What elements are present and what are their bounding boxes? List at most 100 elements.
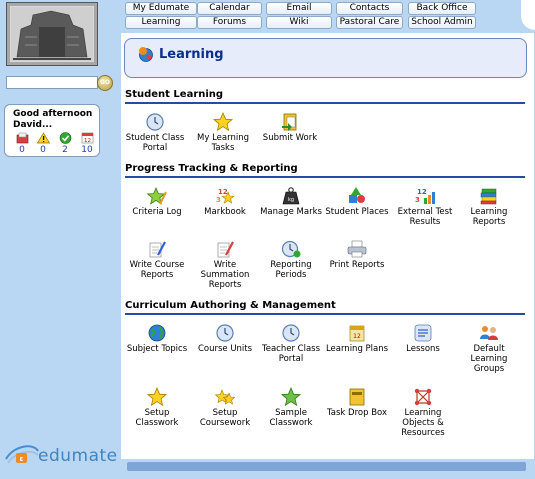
- check-icon: [59, 132, 71, 144]
- tile-label: External Test Results: [397, 207, 453, 227]
- printer-icon: [347, 240, 367, 258]
- learning-globe-icon: [139, 47, 153, 62]
- subject-topics-link[interactable]: Subject Topics: [125, 323, 189, 354]
- edumate-logo-text: edumate: [38, 446, 118, 466]
- search-input[interactable]: [6, 76, 98, 89]
- svg-text:12: 12: [417, 188, 427, 196]
- reporting-periods-link[interactable]: Reporting Periods: [259, 239, 323, 280]
- globe-icon: [148, 324, 166, 342]
- greeting-panel: Good afternoon David... 0 0 2 12 10: [4, 104, 100, 157]
- clock-icon: [216, 324, 234, 342]
- tile-label: Submit Work: [262, 133, 318, 143]
- learning-objects-resources-link[interactable]: Learning Objects & Resources: [391, 387, 455, 438]
- tile-label: Learning Reports: [470, 207, 508, 227]
- section-heading-curriculum: Curriculum Authoring & Management: [125, 299, 525, 315]
- lessons-link[interactable]: Lessons: [391, 323, 455, 354]
- portal-clock-icon: [146, 113, 164, 131]
- student-places-link[interactable]: Student Places: [325, 186, 389, 217]
- nav-my-edumate[interactable]: My Edumate: [125, 2, 197, 15]
- submit-work-link[interactable]: Submit Work: [258, 112, 322, 143]
- learning-reports-link[interactable]: Learning Reports: [457, 186, 521, 227]
- tile-label: Course Units: [197, 344, 253, 354]
- student-class-portal-link[interactable]: Student Class Portal: [123, 112, 187, 153]
- plan-calendar-icon: 12: [349, 325, 365, 342]
- nav-school-admin[interactable]: School Admin: [408, 16, 476, 29]
- stars-icon: [214, 389, 236, 405]
- tile-label: Reporting Periods: [270, 260, 312, 280]
- default-learning-groups-link[interactable]: Default Learning Groups: [457, 323, 521, 374]
- nav-calendar[interactable]: Calendar: [197, 2, 262, 15]
- greeting-text: Good afternoon David...: [13, 109, 93, 130]
- tile-label: Markbook: [204, 207, 246, 217]
- tile-label: Learning Plans: [325, 344, 389, 354]
- events-count: 10: [81, 145, 93, 155]
- dropbox-icon: [349, 388, 365, 406]
- teacher-class-portal-link[interactable]: Teacher Class Portal: [259, 323, 323, 364]
- svg-text:3: 3: [216, 196, 221, 204]
- calendar-icon: 12: [81, 132, 93, 144]
- nav-wiki[interactable]: Wiki: [266, 16, 332, 29]
- svg-text:ε: ε: [20, 455, 24, 463]
- sidebar: GO Good afternoon David... 0 0 2 12 10 ε…: [0, 0, 121, 479]
- green-star-icon: [280, 387, 302, 407]
- warning-counter[interactable]: 0: [35, 132, 51, 156]
- manage-marks-link[interactable]: kg Manage Marks: [259, 186, 323, 217]
- sample-classwork-link[interactable]: Sample Classwork: [259, 387, 323, 428]
- books-icon: [480, 188, 497, 205]
- markbook-icon: 123: [216, 188, 235, 204]
- go-button[interactable]: GO: [97, 75, 113, 91]
- task-drop-box-link[interactable]: Task Drop Box: [325, 387, 389, 418]
- events-counter[interactable]: 12 10: [79, 132, 95, 156]
- learning-plans-link[interactable]: 12 Learning Plans: [325, 323, 389, 354]
- write-summation-reports-link[interactable]: Write Summation Reports: [193, 239, 257, 290]
- submit-icon: [282, 113, 297, 131]
- tile-label: Write Course Reports: [129, 260, 185, 280]
- inbox-counter[interactable]: 0: [14, 132, 30, 156]
- inbox-count: 0: [19, 145, 25, 155]
- weight-icon: kg: [282, 187, 300, 205]
- nav-back-office[interactable]: Back Office: [408, 2, 476, 15]
- group-icon: [480, 326, 498, 340]
- tile-label: Learning Objects & Resources: [401, 408, 445, 438]
- clock-icon: [282, 324, 300, 342]
- criteria-log-link[interactable]: Criteria Log: [125, 186, 189, 217]
- nav-contacts[interactable]: Contacts: [336, 2, 403, 15]
- tasks-count: 2: [62, 145, 68, 155]
- molecule-icon: [414, 388, 432, 406]
- tile-label: Write Summation Reports: [200, 260, 250, 290]
- nav-learning[interactable]: Learning: [125, 16, 197, 29]
- svg-text:3: 3: [415, 196, 420, 204]
- markbook-link[interactable]: 12 3 Markbook: [193, 186, 257, 217]
- tile-label: Sample Classwork: [269, 408, 313, 428]
- my-learning-tasks-link[interactable]: My Learning Tasks: [191, 112, 255, 153]
- print-reports-link[interactable]: Print Reports: [325, 239, 389, 270]
- pen-paper-icon: [217, 241, 234, 258]
- write-course-reports-link[interactable]: Write Course Reports: [125, 239, 189, 280]
- inbox-icon: [16, 132, 28, 144]
- svg-text:12: 12: [353, 333, 361, 340]
- tile-label: Setup Classwork: [135, 408, 179, 428]
- star-icon: [146, 387, 168, 407]
- setup-classwork-link[interactable]: Setup Classwork: [125, 387, 189, 428]
- school-photo: [6, 2, 98, 66]
- star-pencil-icon: [146, 186, 167, 205]
- nav-pastoral-care[interactable]: Pastoral Care: [336, 16, 403, 29]
- warning-icon: [36, 132, 50, 144]
- tasks-counter[interactable]: 2: [57, 132, 73, 156]
- tile-label: Student Class Portal: [125, 133, 185, 153]
- edumate-logo-icon: ε: [5, 445, 39, 464]
- tile-label: Teacher Class Portal: [261, 344, 321, 364]
- tile-label: Student Places: [325, 207, 389, 217]
- tile-label: Setup Coursework: [199, 408, 251, 428]
- nav-email[interactable]: Email: [266, 2, 332, 15]
- tile-label: Lessons: [406, 344, 440, 354]
- setup-coursework-link[interactable]: Setup Coursework: [193, 387, 257, 428]
- course-units-link[interactable]: Course Units: [193, 323, 257, 354]
- star-icon: [212, 112, 234, 132]
- tile-label: Task Drop Box: [327, 408, 387, 418]
- tile-label: Print Reports: [329, 260, 385, 270]
- external-test-results-link[interactable]: 12 3 External Test Results: [393, 186, 457, 227]
- page-title: Learning: [159, 47, 224, 62]
- nav-forums[interactable]: Forums: [197, 16, 262, 29]
- tile-label: Default Learning Groups: [470, 344, 508, 374]
